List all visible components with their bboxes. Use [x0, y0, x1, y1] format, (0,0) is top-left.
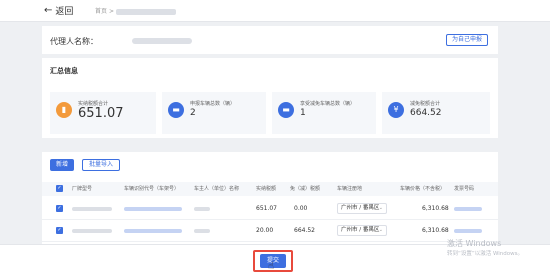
- table-row[interactable]: ✓ 651.07 0.00 广州市 / 番禺区 ⌄ 6,310.68: [42, 198, 498, 220]
- breadcrumb-separator: >: [108, 8, 114, 15]
- column-header: 车辆注册地: [337, 186, 363, 192]
- actual-tax-cell: 20.00: [256, 227, 274, 234]
- vin-blurred: [124, 229, 182, 233]
- table-row[interactable]: ✓ 20.00 664.52 广州市 / 番禺区 ⌄ 6,310.68: [42, 220, 498, 242]
- stat-total-tax: ▮ 实纳税额合计 651.07: [50, 92, 156, 134]
- column-header: 厂牌型号: [72, 186, 93, 192]
- select-all-checkbox[interactable]: ✓: [56, 185, 63, 192]
- car-icon: ▬: [278, 102, 294, 118]
- invoice-blurred: [454, 229, 482, 233]
- stat-label: 享受减免车辆总数（辆）: [300, 101, 356, 107]
- back-button[interactable]: ← 返回: [44, 4, 73, 17]
- yen-icon: ¥: [388, 102, 404, 118]
- column-header: 车辆识别代号（车架号）: [124, 186, 180, 192]
- column-header: 发票号码: [454, 186, 475, 192]
- stat-exempt-vehicle-count: ▬ 享受减免车辆总数（辆） 1: [272, 92, 376, 134]
- stat-value: 1: [300, 108, 306, 118]
- top-bar: ← 返回 首页 >: [0, 0, 550, 22]
- region-select-value: 广州市 / 番禺区: [341, 227, 380, 233]
- row-checkbox[interactable]: ✓: [56, 205, 63, 212]
- exempt-tax-cell: 0.00: [294, 205, 308, 212]
- agent-name-label: 代理人名称：: [50, 37, 98, 46]
- agent-name-value-blurred: [132, 38, 192, 44]
- chart-bar-icon: ▮: [56, 102, 72, 118]
- breadcrumb: 首页 >: [95, 6, 176, 15]
- column-header: 车主人（单位）名称: [194, 186, 240, 192]
- vehicle-table-card: 新增 批量导入 ✓ 厂牌型号 车辆识别代号（车架号） 车主人（单位）名称 实纳税…: [42, 152, 498, 250]
- add-button[interactable]: 新增: [50, 159, 75, 171]
- owner-blurred: [194, 229, 210, 233]
- column-header: 实纳税额: [256, 186, 277, 192]
- stat-value: 651.07: [78, 106, 124, 121]
- stat-vehicle-count: ▬ 申报车辆总数（辆） 2: [162, 92, 266, 134]
- invoice-blurred: [454, 207, 482, 211]
- vin-blurred: [124, 207, 182, 211]
- exempt-tax-cell: 664.52: [294, 227, 315, 234]
- price-cell: 6,310.68: [422, 205, 449, 212]
- region-select[interactable]: 广州市 / 番禺区 ⌄: [337, 203, 387, 214]
- price-cell: 6,310.68: [422, 227, 449, 234]
- column-header: 免（减）税额: [290, 186, 321, 192]
- model-blurred: [72, 229, 112, 233]
- car-icon: ▬: [168, 102, 184, 118]
- column-header: 车辆价格（不含税）: [400, 186, 446, 192]
- stat-label: 减免税额合计: [410, 101, 441, 107]
- cursor-hand-icon: ☝: [268, 261, 275, 272]
- region-select[interactable]: 广州市 / 番禺区 ⌄: [337, 225, 387, 236]
- arrow-left-icon: ←: [44, 5, 53, 16]
- row-checkbox[interactable]: ✓: [56, 227, 63, 234]
- stat-label: 申报车辆总数（辆）: [190, 101, 236, 107]
- model-blurred: [72, 207, 112, 211]
- chevron-down-icon: ⌄: [378, 205, 383, 211]
- watermark-line-1: 激活 Windows: [447, 239, 502, 248]
- stat-exempt-tax: ¥ 减免税额合计 664.52: [382, 92, 490, 134]
- stat-value: 664.52: [410, 108, 442, 118]
- actual-tax-cell: 651.07: [256, 205, 277, 212]
- owner-blurred: [194, 207, 210, 211]
- agent-card: 代理人名称： 为自己申报: [42, 26, 498, 54]
- watermark-line-2: 转到“设置”以激活 Windows。: [447, 251, 523, 257]
- region-select-value: 广州市 / 番禺区: [341, 205, 380, 211]
- summary-card: 汇总信息 ▮ 实纳税额合计 651.07 ▬ 申报车辆总数（辆） 2 ▬ 享受减…: [42, 58, 498, 138]
- table-header: ✓ 厂牌型号 车辆识别代号（车架号） 车主人（单位）名称 实纳税额 免（减）税额…: [42, 182, 498, 196]
- windows-activation-watermark: 激活 Windows 转到“设置”以激活 Windows。: [447, 238, 523, 257]
- chevron-down-icon: ⌄: [378, 227, 383, 233]
- stat-value: 2: [190, 108, 196, 118]
- breadcrumb-current-blurred: [115, 8, 176, 15]
- breadcrumb-home[interactable]: 首页: [95, 8, 107, 15]
- summary-title: 汇总信息: [50, 67, 78, 75]
- back-label: 返回: [55, 7, 74, 17]
- batch-import-button[interactable]: 批量导入: [82, 159, 121, 171]
- self-declare-button[interactable]: 为自己申报: [445, 34, 488, 46]
